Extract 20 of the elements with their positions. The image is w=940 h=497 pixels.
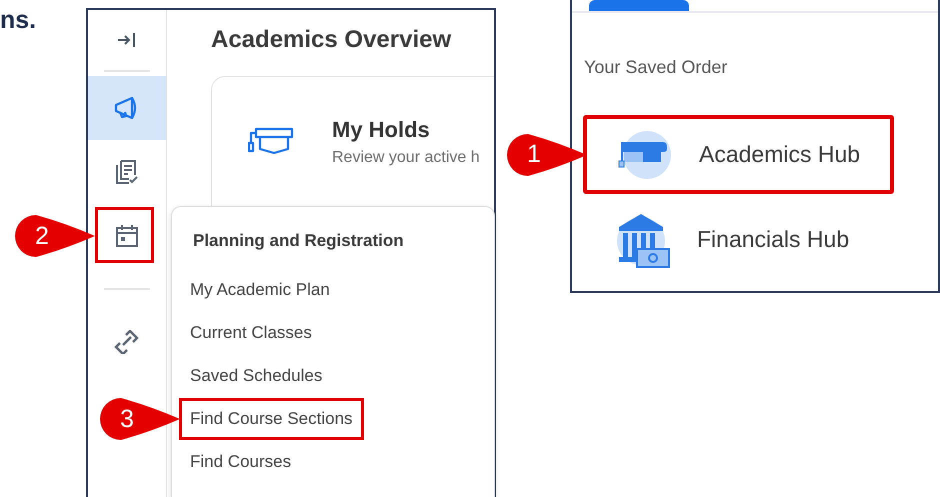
- collapse-icon[interactable]: [117, 31, 137, 49]
- checklist-icon: [115, 159, 139, 185]
- menu-item[interactable]: My Academic Plan: [179, 269, 341, 311]
- page-title: Academics Overview: [211, 26, 452, 54]
- menu-item[interactable]: Find Course Sections: [179, 398, 364, 440]
- menu-item[interactable]: Saved Schedules: [179, 355, 334, 397]
- menu-item[interactable]: Current Classes: [179, 312, 323, 354]
- section-title: Your Saved Order: [584, 57, 728, 79]
- step-marker: 3: [100, 398, 180, 440]
- card-subtitle: Review your active h: [332, 149, 480, 167]
- menu-heading: Planning and Registration: [192, 231, 405, 252]
- calendar-icon: [115, 224, 139, 248]
- card-title: My Holds: [332, 117, 431, 143]
- hub-item[interactable]: Financials Hub: [583, 200, 894, 279]
- intro-text: ns.: [0, 6, 36, 35]
- link-icon: [114, 330, 140, 354]
- hub-item[interactable]: Academics Hub: [583, 115, 894, 194]
- menu-item[interactable]: Find Courses: [179, 441, 302, 483]
- sidebar-item[interactable]: [88, 76, 166, 140]
- step-marker: 2: [15, 215, 95, 257]
